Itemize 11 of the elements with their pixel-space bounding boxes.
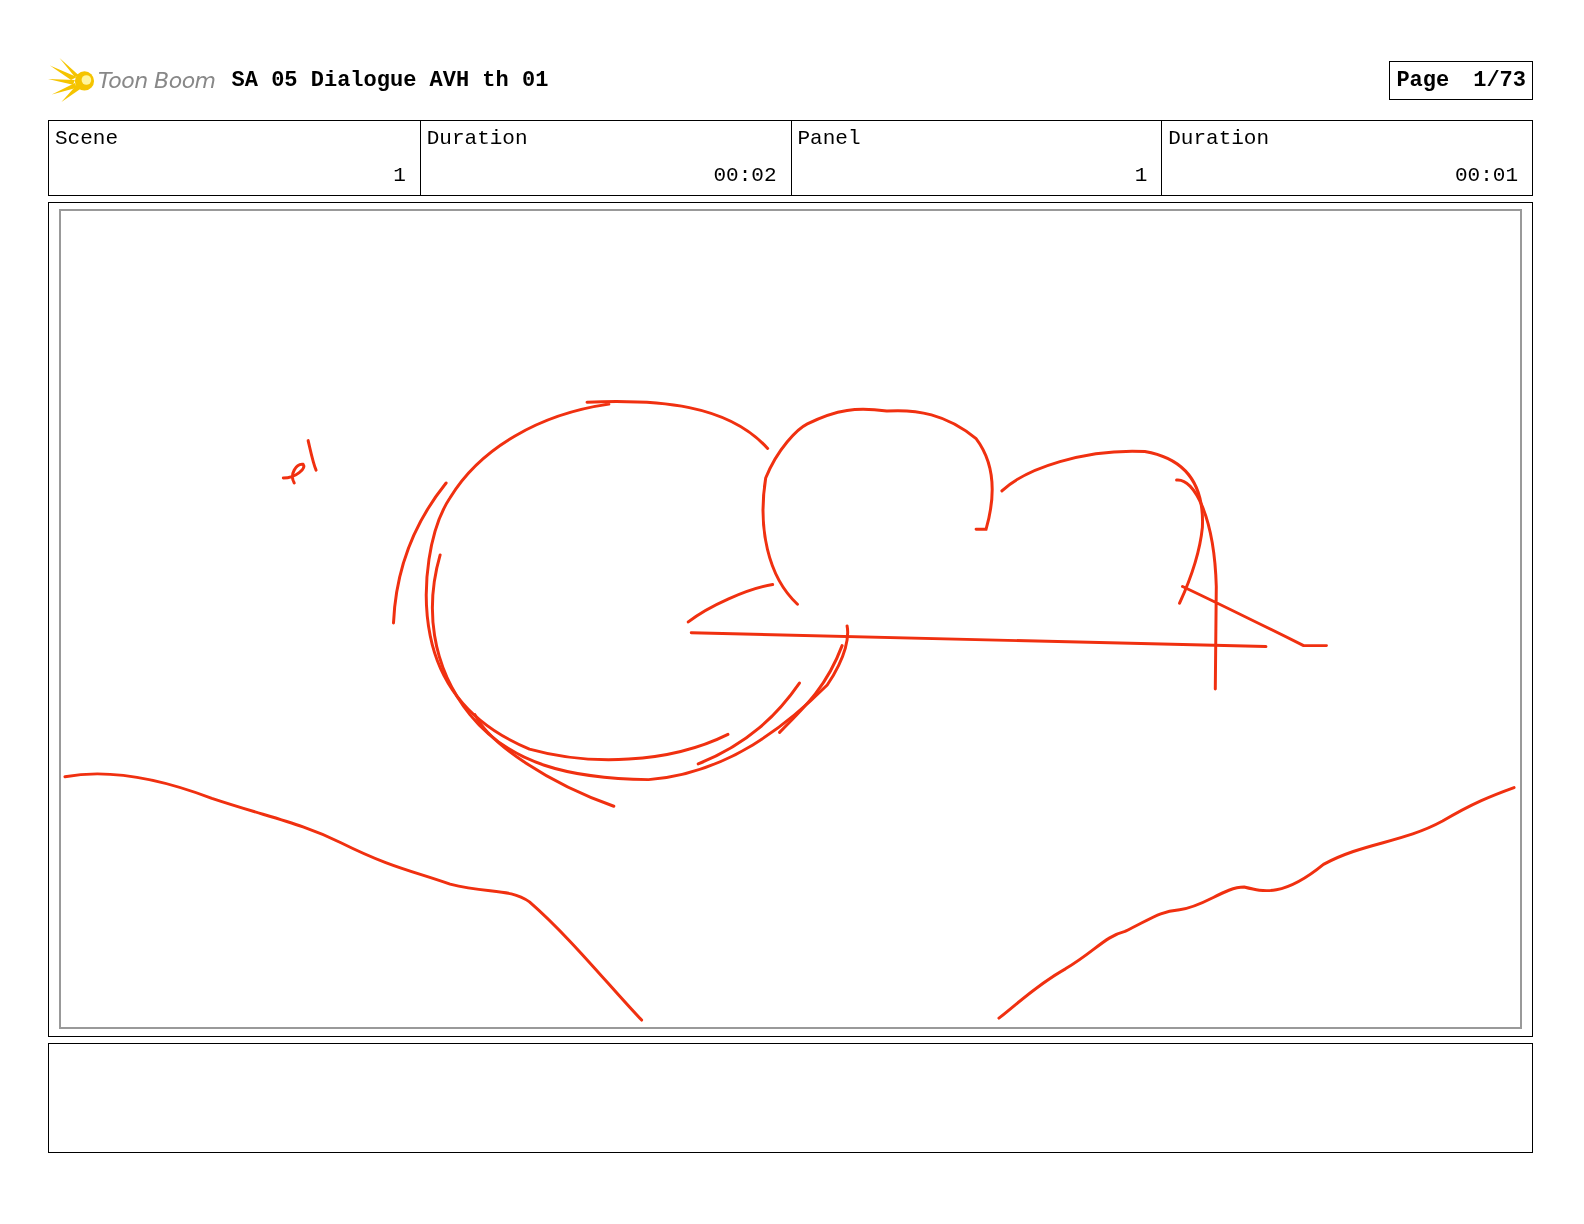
- field-value: 1: [393, 164, 406, 187]
- field-label: Duration: [1168, 127, 1271, 150]
- logo-text: Toon Boom: [98, 67, 216, 93]
- field-label: Duration: [426, 127, 529, 150]
- field-value: 1: [1134, 164, 1148, 187]
- field-label: Scene: [55, 127, 119, 150]
- field-value: 00:02: [713, 164, 777, 187]
- field-value: 00:01: [1455, 164, 1518, 187]
- storyboard-title: SA 05 Dialogue AVH th 01: [231, 67, 550, 93]
- page-counter: Page 1/73: [1389, 60, 1533, 100]
- field-label: Panel: [797, 127, 862, 150]
